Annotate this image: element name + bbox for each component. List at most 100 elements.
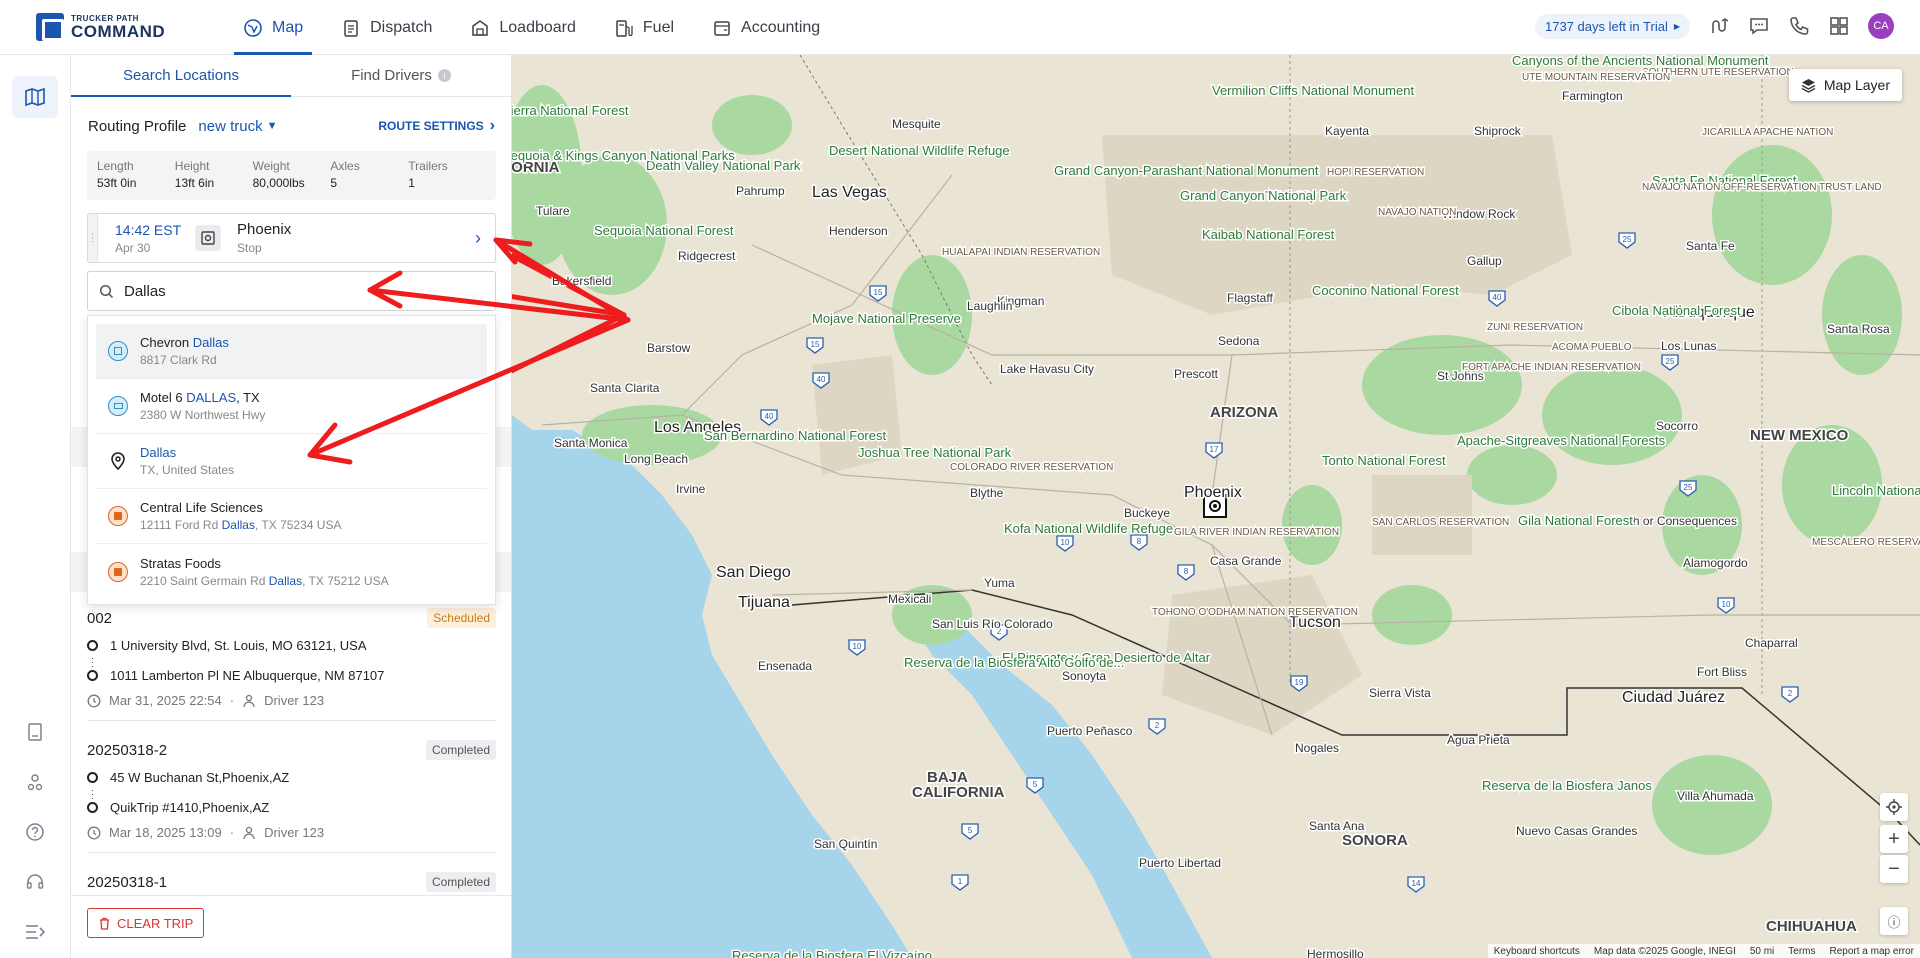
- map-label-res: SAN CARLOS RESERVATION: [1372, 517, 1509, 528]
- message-icon[interactable]: [1748, 15, 1770, 37]
- trip-date: Mar 18, 2025 13:09: [109, 825, 222, 840]
- map-layer-button[interactable]: Map Layer: [1788, 69, 1902, 101]
- apps-grid-icon[interactable]: [1828, 15, 1850, 37]
- drag-handle-icon[interactable]: ⋮: [88, 214, 98, 262]
- layers-icon: [1801, 78, 1816, 93]
- highway-shield-number: 19: [1295, 678, 1304, 687]
- highway-shield-icon: 15: [806, 337, 824, 354]
- trip-card[interactable]: 002 Scheduled 1 University Blvd, St. Loui…: [87, 608, 496, 721]
- trip-driver: Driver 123: [264, 825, 325, 840]
- map-label-state: ARIZONA: [1210, 404, 1278, 421]
- result-item[interactable]: Dallas TX, United States: [96, 434, 487, 489]
- nav-map[interactable]: Map: [234, 0, 313, 55]
- map-label-res: HOPI RESERVATION: [1327, 167, 1424, 178]
- highway-shield-number: 8: [1137, 537, 1142, 546]
- route-settings-link[interactable]: ROUTE SETTINGS ›: [378, 117, 495, 135]
- map-label-town: Nuevo Casas Grandes: [1516, 824, 1637, 838]
- document-icon: [28, 723, 42, 741]
- trip-id: 20250318-2: [87, 741, 168, 759]
- trip-card[interactable]: 20250318-1 Completed: [87, 872, 496, 892]
- highway-shield-icon: 8: [1177, 564, 1195, 581]
- map-label-city: Ciudad Juárez: [1622, 689, 1725, 706]
- search-results-dropdown: Chevron Dallas 8817 Clark Rd Motel 6 DALL…: [87, 315, 496, 605]
- zoom-out-button[interactable]: −: [1880, 855, 1908, 883]
- map-label-town: Nogales: [1295, 741, 1339, 755]
- clear-trip-button[interactable]: CLEAR TRIP: [87, 908, 205, 938]
- status-badge: Completed: [425, 872, 496, 892]
- rail-collapse-button[interactable]: [12, 911, 58, 953]
- user-avatar[interactable]: CA: [1868, 13, 1894, 39]
- rail-map-button[interactable]: [12, 76, 58, 118]
- hotel-icon: [108, 396, 128, 416]
- map-layer-label: Map Layer: [1823, 77, 1890, 93]
- highway-shield-number: 15: [811, 340, 820, 349]
- map-label-town: Farmington: [1562, 89, 1623, 103]
- map-label-town: Chaparral: [1745, 636, 1798, 650]
- dot-separator: ·: [229, 825, 235, 840]
- stop-card[interactable]: ⋮ 14:42 EST Apr 30 Phoenix Stop ›: [87, 213, 496, 263]
- chevron-right-icon[interactable]: ›: [475, 228, 481, 249]
- map-label-town: Lake Havasu City: [1000, 362, 1094, 376]
- result-item[interactable]: Chevron Dallas 8817 Clark Rd: [96, 324, 487, 379]
- rail-document-button[interactable]: [12, 711, 58, 753]
- app-logo[interactable]: TRUCKER PATH COMMAND: [36, 13, 165, 41]
- map-label-town: Villa Ahumada: [1677, 789, 1754, 803]
- map-canvas[interactable]: 15 15 40 40 10 10 17 8 8 19 25 25 10 2 5 5 2 1 14 2 40 25 Las…: [512, 55, 1920, 958]
- headset-icon: [26, 874, 44, 889]
- keyboard-shortcuts-link[interactable]: Keyboard shortcuts: [1494, 946, 1580, 957]
- map-label-town: Irvine: [676, 482, 706, 496]
- trip-card[interactable]: 20250318-2 Completed 45 W Buchanan St,Pho…: [87, 740, 496, 853]
- trip-date: Mar 31, 2025 22:54: [109, 693, 222, 708]
- info-icon[interactable]: i: [437, 69, 451, 82]
- phone-icon[interactable]: [1788, 15, 1810, 37]
- highway-shield-number: 10: [1722, 600, 1731, 609]
- map-label-town: Agua Prieta: [1447, 733, 1510, 747]
- trial-badge[interactable]: 1737 days left in Trial ▶: [1534, 13, 1690, 39]
- nav-accounting[interactable]: Accounting: [703, 0, 829, 55]
- highway-shield-icon: 2: [1781, 686, 1799, 703]
- map-label-city: San Diego: [716, 564, 791, 581]
- stop-icon: [195, 225, 221, 251]
- highway-shield-icon: 25: [1661, 354, 1679, 371]
- map-label-town: Sierra Vista: [1369, 686, 1431, 700]
- rail-support-button[interactable]: [12, 861, 58, 903]
- rail-help-button[interactable]: [12, 811, 58, 853]
- map-label-park: Desert National Wildlife Refuge: [829, 143, 1010, 158]
- locate-me-button[interactable]: [1880, 793, 1908, 821]
- highway-shield-number: 2: [1788, 689, 1793, 698]
- tab-drivers-label: Find Drivers: [351, 67, 432, 84]
- routing-profile-select[interactable]: new truck ▼: [198, 118, 277, 135]
- report-error-link[interactable]: Report a map error: [1830, 946, 1914, 957]
- nav-dispatch[interactable]: Dispatch: [332, 0, 441, 55]
- spec-trailers: Trailers 1: [408, 159, 486, 192]
- route-icon[interactable]: [1708, 15, 1730, 37]
- spec-value: 13ft 6in: [174, 176, 215, 190]
- search-input[interactable]: [124, 282, 454, 300]
- map-label-town: Long Beach: [624, 452, 688, 466]
- map-info-button[interactable]: ⓘ: [1880, 907, 1908, 935]
- terms-link[interactable]: Terms: [1788, 946, 1815, 957]
- highway-shield-number: 5: [968, 826, 973, 835]
- map-label-city: Phoenix: [1184, 484, 1242, 501]
- map-label-park: Sequoia & Kings Canyon National Parks: [512, 148, 735, 163]
- info-circle-icon: ⓘ: [1887, 914, 1901, 930]
- result-item[interactable]: Central Life Sciences 12111 Ford Rd Dalla…: [96, 489, 487, 544]
- truck-specs: Length 53ft 0in Height 13ft 6in Weight 80,0…: [87, 151, 496, 200]
- map-label-state: CALIFORNIA: [912, 784, 1005, 801]
- result-item[interactable]: Motel 6 DALLAS, TX 2380 W Northwest Hwy: [96, 379, 487, 434]
- trip-origin: 1 University Blvd, St. Louis, MO 63121, …: [110, 638, 367, 653]
- map-scale: 50 mi: [1749, 945, 1775, 957]
- map-label-town: Alamogordo: [1683, 556, 1748, 570]
- tab-search-locations[interactable]: Search Locations: [71, 55, 291, 97]
- map-label-town: Los Lunas: [1661, 339, 1716, 353]
- map-label-town: Prescott: [1174, 367, 1219, 381]
- nav-fuel[interactable]: Fuel: [605, 0, 683, 55]
- rail-driver-button[interactable]: [12, 761, 58, 803]
- map-label-park: Grand Canyon National Park: [1180, 188, 1347, 203]
- zoom-in-button[interactable]: +: [1880, 825, 1908, 853]
- map-label-park: Reserva de la Biosfera El Vizcaíno: [732, 948, 932, 958]
- tab-find-drivers[interactable]: Find Drivers i: [291, 55, 511, 96]
- nav-loadboard[interactable]: Loadboard: [461, 0, 585, 55]
- result-item[interactable]: Stratas Foods 2210 Saint Germain Rd Dalla…: [96, 544, 487, 599]
- result-highlight: Dallas: [268, 573, 303, 588]
